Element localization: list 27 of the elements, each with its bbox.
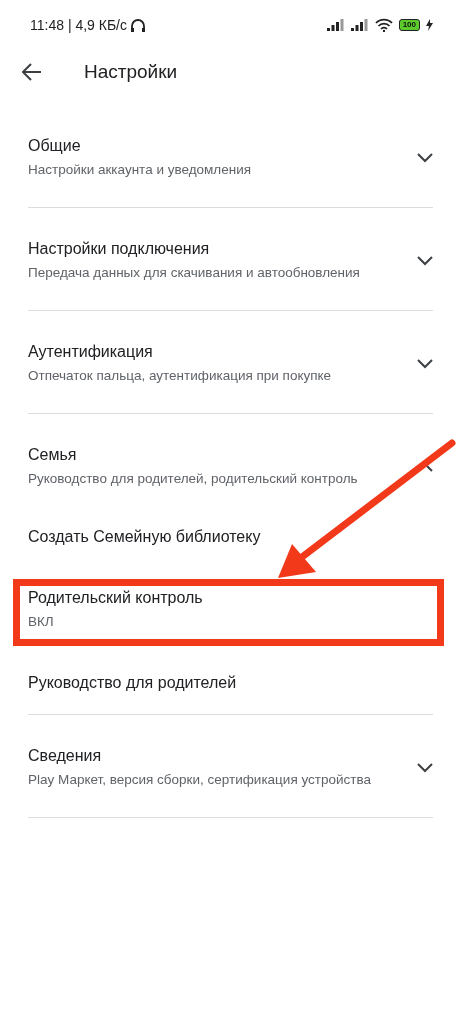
setting-title[interactable]: Родительский контроль bbox=[28, 586, 433, 610]
section-title[interactable]: Общие bbox=[28, 134, 252, 158]
chevron-down-icon[interactable] bbox=[417, 359, 433, 369]
section-title[interactable]: Аутентификация bbox=[28, 340, 332, 364]
chevron-down-icon[interactable] bbox=[417, 763, 433, 773]
section-subtitle: Настройки аккаунта и уведомления bbox=[28, 161, 252, 179]
chevron-down-icon[interactable] bbox=[417, 256, 433, 266]
back-button[interactable] bbox=[22, 63, 42, 81]
charging-icon bbox=[426, 19, 433, 31]
section-title[interactable]: Семья bbox=[28, 443, 358, 467]
section-subtitle: Отпечаток пальца, аутентификация при покупке bbox=[28, 367, 332, 385]
setting-value: ВКЛ bbox=[28, 613, 55, 631]
section-subtitle: Передача данных для скачивания и автообновления bbox=[28, 264, 360, 282]
signal-icon bbox=[350, 19, 369, 31]
signal-icon bbox=[326, 19, 345, 31]
wifi-icon bbox=[374, 18, 393, 32]
headphones-icon bbox=[130, 17, 146, 33]
chevron-down-icon[interactable] bbox=[417, 153, 433, 163]
setting-title[interactable]: Создать Семейную библиотеку bbox=[28, 525, 433, 549]
section-title[interactable]: Сведения bbox=[28, 744, 371, 768]
section-subtitle: Руководство для родителей, родительский контроль bbox=[28, 470, 358, 488]
section-title[interactable]: Настройки подключения bbox=[28, 237, 360, 261]
page-title: Настройки bbox=[84, 61, 178, 83]
setting-title[interactable]: Руководство для родителей bbox=[28, 671, 433, 695]
battery-icon: 100 bbox=[398, 19, 420, 31]
section-subtitle: Play Маркет, версия сборки, сертификация устройства bbox=[28, 771, 371, 789]
status-time: 11:48 | 4,9 КБ/с bbox=[30, 17, 127, 33]
